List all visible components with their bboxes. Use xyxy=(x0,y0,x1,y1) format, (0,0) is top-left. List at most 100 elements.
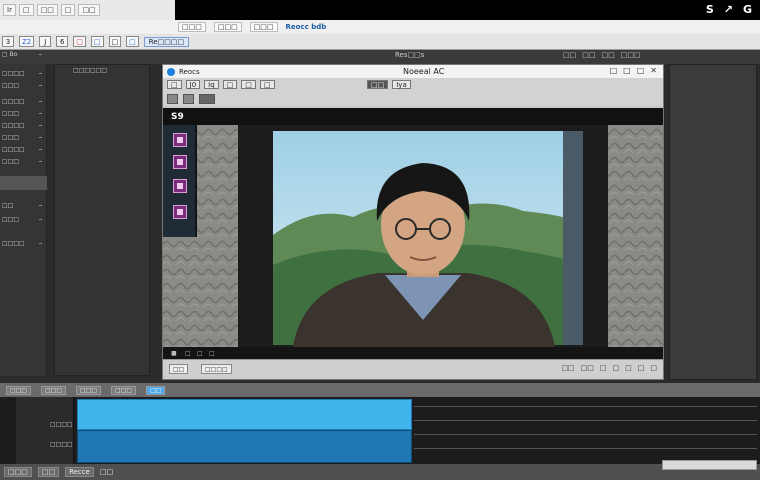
status-icon[interactable]: □ xyxy=(600,364,607,372)
tab[interactable]: □□ xyxy=(78,4,100,16)
panel-header-item[interactable]: □□ xyxy=(601,51,614,59)
status-icon[interactable]: □□ xyxy=(581,364,594,372)
toolbar-button[interactable]: □ xyxy=(126,36,139,47)
preview-tool-icon[interactable] xyxy=(199,94,215,104)
panel-title: Res□□s xyxy=(395,51,425,59)
timeline-scrollbar[interactable] xyxy=(662,460,757,470)
menu-item[interactable]: □□□ xyxy=(213,22,242,32)
toolbar-button[interactable]: Z2 xyxy=(19,36,35,47)
window-control-icon[interactable]: ↗ xyxy=(724,3,733,16)
left-panel-item[interactable]: □□□□ xyxy=(2,70,42,76)
preview-tool[interactable]: □ xyxy=(241,80,256,89)
preview-tool[interactable]: Iya xyxy=(392,80,411,89)
left-panel-item[interactable]: □□ xyxy=(2,202,42,208)
playback-control[interactable]: □ xyxy=(185,350,191,357)
tab[interactable]: □□ xyxy=(36,4,58,16)
left-panel-item[interactable]: □□□ xyxy=(2,82,42,88)
preview-tool[interactable]: □□ xyxy=(367,80,389,89)
track-divider xyxy=(414,420,757,421)
timeline-tab-active[interactable]: □□ xyxy=(146,385,166,395)
preview-file-name: Noeeal AC xyxy=(403,67,445,76)
preview-info-bar xyxy=(163,108,663,125)
left-panel-item[interactable]: □□□ xyxy=(2,216,42,222)
preview-tool[interactable]: Iq xyxy=(204,80,219,89)
timeline-tab[interactable]: □□□ xyxy=(6,385,32,395)
window-mullion xyxy=(563,131,583,345)
status-icon[interactable]: □ xyxy=(650,364,657,372)
track-divider xyxy=(414,448,757,449)
status-chip[interactable]: □□□□ xyxy=(201,364,232,374)
status-chip[interactable]: □□ xyxy=(37,467,60,477)
playback-control[interactable]: □ xyxy=(197,350,203,357)
timeline-tab[interactable]: □□□ xyxy=(41,385,67,395)
status-chip[interactable]: □□□ xyxy=(4,467,32,477)
left-panel-item[interactable]: □□□□ xyxy=(2,98,42,104)
preview-tool[interactable]: J0 xyxy=(185,80,201,89)
close-icon[interactable]: ✕ xyxy=(650,66,657,75)
side-tool-button[interactable] xyxy=(173,205,187,219)
status-icon[interactable]: □ xyxy=(638,364,645,372)
timeline-tab[interactable]: □□□ xyxy=(111,385,137,395)
tab-bar: Ir □ □□ □ □□ xyxy=(0,0,175,20)
menu-item[interactable]: □□□ xyxy=(178,22,206,32)
timeline-status-bar: □□□ □□ Recce □□ xyxy=(0,464,760,480)
side-tool-button[interactable] xyxy=(173,155,187,169)
window-controls: S ↗ G xyxy=(706,3,752,16)
preview-control-icon[interactable]: □ xyxy=(610,66,618,75)
playback-bar: ■ □ □ □ xyxy=(163,347,663,359)
toolbar-button[interactable]: □ xyxy=(73,36,86,47)
right-panel xyxy=(669,64,757,380)
toolbar-button[interactable]: 6 xyxy=(56,36,69,47)
toolbar-button[interactable]: 3 xyxy=(2,36,14,47)
tab[interactable]: □ xyxy=(60,4,76,16)
side-tool-button[interactable] xyxy=(173,133,187,147)
toolbar: 3 Z2 J 6 □ □ □ □ Re□□□□ xyxy=(0,34,760,50)
panel-header-item[interactable]: □□ xyxy=(563,51,576,59)
track-label: □□□□ xyxy=(50,441,73,448)
left-panel-item[interactable]: □□□□ xyxy=(2,122,42,128)
menu-item[interactable]: □□□ xyxy=(249,22,278,32)
preview-toolbar: □ J0 Iq □ □ □ □□ Iya xyxy=(163,78,663,106)
status-icon[interactable]: □□ xyxy=(561,364,574,372)
panel-header-item[interactable]: □□ xyxy=(582,51,595,59)
toolbar-button[interactable]: □ xyxy=(108,36,122,47)
left-panel-item[interactable]: □□□ xyxy=(2,134,42,140)
left-panel-item[interactable]: □□□□ xyxy=(2,146,42,152)
track-divider xyxy=(414,406,757,407)
left-panel-item[interactable]: □□□ xyxy=(2,110,42,116)
toolbar-button[interactable]: J xyxy=(39,36,52,47)
audio-clip[interactable] xyxy=(77,430,412,463)
preview-tool[interactable]: □ xyxy=(222,80,238,89)
status-icon[interactable]: □ xyxy=(613,364,620,372)
panel-header-item[interactable]: □□□ xyxy=(621,51,641,59)
tab[interactable]: Ir xyxy=(3,4,16,16)
status-chip[interactable]: Recce xyxy=(65,467,94,477)
window-control-icon[interactable]: S xyxy=(706,3,714,16)
video-frame[interactable] xyxy=(163,125,663,347)
preview-tool[interactable]: □ xyxy=(167,80,182,89)
status-chip[interactable]: □□ xyxy=(169,364,189,374)
left-panel-item[interactable]: □□□ xyxy=(2,158,42,164)
play-icon[interactable]: ■ xyxy=(171,350,177,357)
window-control-icon[interactable]: G xyxy=(743,3,752,16)
preview-control-icon[interactable]: □ xyxy=(637,66,645,75)
timeline-tab[interactable]: □□□ xyxy=(76,385,102,395)
timeline-ruler: □□□ □□□ □□□ □□□ □□ xyxy=(0,383,760,397)
left-panel-item[interactable]: □□□□ xyxy=(2,240,42,246)
tab[interactable]: □ xyxy=(18,4,34,16)
preview-tool[interactable]: □ xyxy=(259,80,275,89)
preview-status-bar: □□ □□□□ □□ □□ □ □ □ □ □ xyxy=(163,359,663,379)
preview-tool-icon[interactable] xyxy=(167,94,178,104)
toolbar-button[interactable]: □ xyxy=(90,36,104,47)
preview-control-icon[interactable]: □ xyxy=(623,66,631,75)
preview-tool-icon[interactable] xyxy=(183,94,194,104)
status-icon[interactable]: □ xyxy=(625,364,632,372)
toolbar-label[interactable]: Re□□□□ xyxy=(143,36,190,47)
panel-header-right: □□ □□ □□ □□□ xyxy=(563,51,641,59)
playback-control[interactable]: □ xyxy=(209,350,215,357)
preview-quality-label: S9 xyxy=(171,112,184,122)
side-tool-button[interactable] xyxy=(173,179,187,193)
status-text: □□ xyxy=(99,468,114,476)
app-brand: Reocc bdb xyxy=(285,23,327,31)
video-clip[interactable] xyxy=(77,399,412,430)
